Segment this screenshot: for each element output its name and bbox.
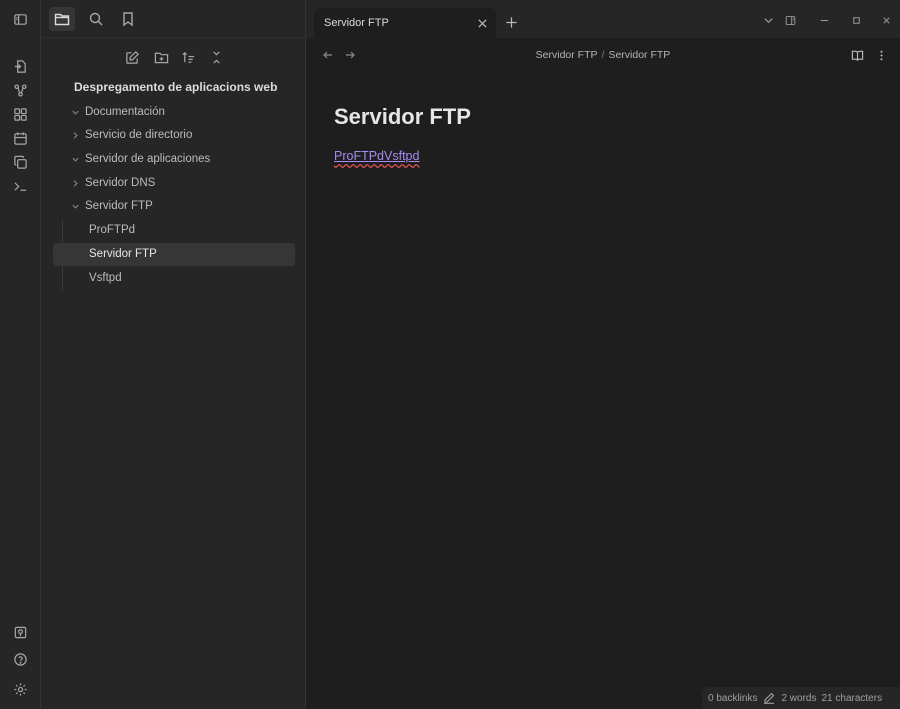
status-bar: 0 backlinks 2 words 21 characters xyxy=(702,687,900,709)
link-text: ProFTPdVsftpd xyxy=(334,149,420,163)
word-count: 2 words xyxy=(781,692,817,704)
chevron-down-icon xyxy=(69,101,81,124)
folder-label: Documentación xyxy=(85,106,165,118)
breadcrumb: Servidor FTP / Servidor FTP xyxy=(306,49,900,61)
minimize-icon[interactable] xyxy=(814,11,834,29)
character-count: 21 characters xyxy=(821,692,883,704)
sidebar-toggle-icon[interactable] xyxy=(8,7,32,31)
sidebar-tabs xyxy=(41,0,306,38)
file-item-proftpd[interactable]: ProFTPd xyxy=(53,219,295,242)
file-label: Servidor FTP xyxy=(89,248,157,260)
folder-item-documentacion[interactable]: Documentación xyxy=(53,101,295,124)
chevron-right-icon xyxy=(69,124,81,147)
file-item-servidor-ftp[interactable]: Servidor FTP xyxy=(53,243,295,266)
collapse-all-icon[interactable] xyxy=(204,45,228,69)
sort-icon[interactable] xyxy=(176,45,200,69)
folder-label: Servidor de aplicaciones xyxy=(85,153,211,165)
tab-servidor-ftp[interactable]: Servidor FTP xyxy=(314,8,496,38)
more-options-icon[interactable] xyxy=(873,47,889,63)
folder-item-servidor-dns[interactable]: Servidor DNS xyxy=(53,172,295,195)
folder-label: Servidor DNS xyxy=(85,177,156,189)
note-title[interactable]: Servidor FTP xyxy=(334,104,471,130)
help-icon[interactable] xyxy=(8,647,32,671)
folder-item-servicio-de-directorio[interactable]: Servicio de directorio xyxy=(53,124,295,147)
daily-note-icon[interactable] xyxy=(8,126,32,150)
chevron-right-icon xyxy=(69,172,81,195)
new-folder-icon[interactable] xyxy=(149,45,173,69)
ribbon xyxy=(0,0,41,709)
file-item-vsftpd[interactable]: Vsftpd xyxy=(53,267,295,290)
note-link[interactable]: ProFTPdVsftpd xyxy=(334,149,419,163)
breadcrumb-folder[interactable]: Servidor FTP xyxy=(536,49,598,61)
files-icon[interactable] xyxy=(49,7,75,31)
maximize-icon[interactable] xyxy=(846,11,866,29)
tab-list-chevron-icon[interactable] xyxy=(758,11,778,29)
new-note-icon[interactable] xyxy=(120,45,144,69)
search-icon[interactable] xyxy=(83,7,109,31)
open-quick-switcher-icon[interactable] xyxy=(8,54,32,78)
bookmarks-icon[interactable] xyxy=(115,7,141,31)
chevron-down-icon xyxy=(69,195,81,218)
new-tab-icon[interactable] xyxy=(502,13,520,31)
pencil-icon[interactable] xyxy=(763,692,775,704)
graph-view-icon[interactable] xyxy=(8,78,32,102)
folder-item-servidor-de-aplicaciones[interactable]: Servidor de aplicaciones xyxy=(53,148,295,171)
folder-label: Servicio de directorio xyxy=(85,129,193,141)
chevron-down-icon xyxy=(69,148,81,171)
reading-view-icon[interactable] xyxy=(849,47,865,63)
file-label: ProFTPd xyxy=(89,224,136,236)
window-close-icon[interactable] xyxy=(876,11,896,29)
canvas-icon[interactable] xyxy=(8,102,32,126)
obsidian-app: Despregamento de aplicacions web Documen… xyxy=(0,0,900,709)
breadcrumb-separator: / xyxy=(601,49,605,61)
command-palette-icon[interactable] xyxy=(8,174,32,198)
tab-bar: Servidor FTP xyxy=(306,0,900,38)
file-nav-actions xyxy=(41,44,306,70)
folder-item-servidor-ftp[interactable]: Servidor FTP xyxy=(53,195,295,218)
vault-switcher-icon[interactable] xyxy=(8,620,32,644)
close-icon[interactable] xyxy=(474,15,490,31)
tab-title: Servidor FTP xyxy=(324,17,389,29)
editor-pane: Servidor FTP / Servidor FTP Servidor FTP P… xyxy=(306,38,900,709)
templates-icon[interactable] xyxy=(8,150,32,174)
vault-name[interactable]: Despregamento de aplicacions web xyxy=(74,80,277,94)
settings-icon[interactable] xyxy=(8,677,32,701)
file-label: Vsftpd xyxy=(89,272,122,284)
file-explorer-sidebar: Despregamento de aplicacions web Documen… xyxy=(41,0,306,709)
folder-label: Servidor FTP xyxy=(85,200,153,212)
breadcrumb-file[interactable]: Servidor FTP xyxy=(608,49,670,61)
right-sidebar-toggle-icon[interactable] xyxy=(780,11,800,29)
backlinks-count[interactable]: 0 backlinks xyxy=(708,693,757,704)
